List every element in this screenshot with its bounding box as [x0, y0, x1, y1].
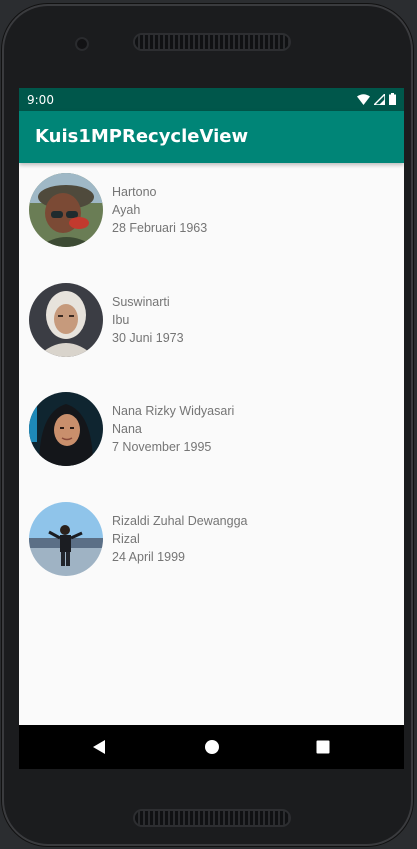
item-name: Suswinarti	[112, 295, 170, 309]
item-role: Ibu	[112, 313, 130, 327]
item-role: Rizal	[112, 532, 140, 546]
top-speaker	[135, 35, 289, 49]
app-title: Kuis1MPRecycleView	[35, 126, 249, 147]
front-camera	[75, 37, 89, 51]
item-name: Rizaldi Zuhal Dewangga	[112, 514, 248, 528]
status-time: 9:00	[27, 93, 54, 107]
bottom-speaker	[135, 811, 289, 825]
navigation-bar	[19, 725, 404, 769]
avatar	[29, 283, 103, 357]
status-bar: 9:00	[19, 88, 404, 111]
item-date: 7 November 1995	[112, 440, 212, 454]
recents-icon[interactable]	[313, 737, 333, 757]
app-bar: Kuis1MPRecycleView	[19, 111, 404, 163]
item-name: Hartono	[112, 185, 157, 199]
item-name: Nana Rizky Widyasari	[112, 404, 235, 418]
home-icon[interactable]	[202, 737, 222, 757]
status-icons	[357, 93, 396, 105]
item-texts: Nana Rizky Widyasari Nana 7 November 199…	[112, 402, 234, 456]
back-icon[interactable]	[90, 737, 110, 757]
avatar	[29, 502, 103, 576]
list-item[interactable]: Suswinarti Ibu 30 Juni 1973	[19, 273, 404, 373]
item-texts: Hartono Ayah 28 Februari 1963	[112, 183, 207, 237]
list-item[interactable]: Rizaldi Zuhal Dewangga Rizal 24 April 19…	[19, 492, 404, 592]
device-screen: 9:00 Kuis1MPRecycleView Hartono Ayah 28 …	[19, 88, 404, 769]
item-texts: Rizaldi Zuhal Dewangga Rizal 24 April 19…	[112, 512, 248, 566]
item-date: 30 Juni 1973	[112, 331, 184, 345]
avatar	[29, 392, 103, 466]
item-texts: Suswinarti Ibu 30 Juni 1973	[112, 293, 184, 347]
item-role: Nana	[112, 422, 142, 436]
list-item[interactable]: Nana Rizky Widyasari Nana 7 November 199…	[19, 382, 404, 482]
item-role: Ayah	[112, 203, 141, 217]
item-date: 28 Februari 1963	[112, 221, 208, 235]
list-item[interactable]: Hartono Ayah 28 Februari 1963	[19, 163, 404, 263]
avatar	[29, 173, 103, 247]
battery-icon	[389, 93, 396, 105]
item-date: 24 April 1999	[112, 550, 185, 564]
phone-frame: 9:00 Kuis1MPRecycleView Hartono Ayah 28 …	[2, 4, 413, 846]
wifi-icon	[357, 93, 370, 105]
signal-icon	[374, 93, 385, 105]
